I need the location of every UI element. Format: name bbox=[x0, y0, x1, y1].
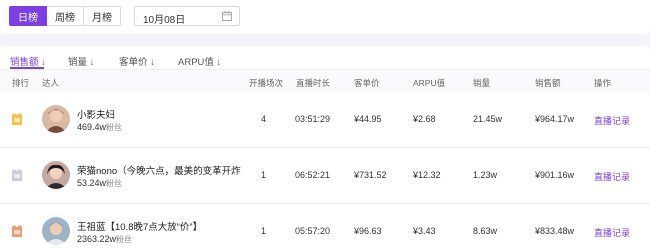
sales-value: 1.23w bbox=[473, 170, 498, 180]
sort-bar: 销售额 ↓ 销量 ↓ 客单价 ↓ ARPU值 ↓ bbox=[0, 46, 650, 70]
live-record-link[interactable]: 直播记录 bbox=[594, 114, 630, 127]
col-revenue: 销售额 bbox=[535, 78, 561, 88]
date-picker[interactable]: 10月08日 bbox=[134, 6, 240, 26]
table-row: 荣猫nono（今晚六点，最美的变革开炸 53.24w粉丝 1 06:52:21 … bbox=[0, 148, 650, 204]
duration-value: 06:52:21 bbox=[295, 170, 331, 180]
talent-name[interactable]: 荣猫nono（今晚六点，最美的变革开炸 bbox=[77, 163, 241, 177]
tab-month[interactable]: 月榜 bbox=[84, 6, 121, 26]
price-value: ¥731.52 bbox=[354, 170, 387, 180]
live-record-link[interactable]: 直播记录 bbox=[594, 170, 630, 183]
price-value: ¥96.63 bbox=[354, 226, 382, 236]
tab-day[interactable]: 日榜 bbox=[9, 6, 47, 26]
col-talent: 达人 bbox=[42, 78, 60, 88]
talent-name[interactable]: 王祖蓝【10.8晚7点大放“价”】 bbox=[77, 219, 202, 233]
sort-arpu[interactable]: ARPU值 ↓ bbox=[178, 54, 221, 68]
calendar-icon bbox=[222, 11, 232, 21]
col-action: 操作 bbox=[594, 78, 612, 88]
revenue-value: ¥901.16w bbox=[535, 170, 575, 180]
avatar[interactable] bbox=[42, 217, 70, 245]
filter-bar: 日榜 周榜 月榜 10月08日 bbox=[0, 0, 650, 34]
talent-name[interactable]: 小影夫妇 bbox=[77, 107, 115, 121]
bronze-medal-icon bbox=[12, 225, 22, 237]
duration-value: 05:57:20 bbox=[295, 226, 331, 236]
col-rank: 排行 bbox=[12, 78, 30, 88]
duration-value: 03:51:29 bbox=[295, 114, 331, 124]
sessions-value: 4 bbox=[261, 114, 267, 124]
table-row: 小影夫妇 469.4w粉丝 4 03:51:29 ¥44.95 ¥2.68 21… bbox=[0, 92, 650, 148]
fans-count: 469.4w粉丝 bbox=[77, 122, 123, 132]
revenue-value: ¥964.17w bbox=[535, 114, 575, 124]
sales-value: 21.45w bbox=[473, 114, 503, 124]
sessions-value: 1 bbox=[261, 170, 267, 180]
price-value: ¥44.95 bbox=[354, 114, 382, 124]
sales-value: 8.63w bbox=[473, 226, 498, 236]
col-duration: 直播时长 bbox=[296, 78, 331, 88]
col-sales: 销量 bbox=[473, 78, 491, 88]
sort-sales[interactable]: 销量 ↓ bbox=[68, 54, 94, 68]
table-row: 王祖蓝【10.8晚7点大放“价”】 2363.22w粉丝 1 05:57:20 … bbox=[0, 204, 650, 248]
silver-medal-icon bbox=[12, 169, 22, 181]
date-value: 10月08日 bbox=[143, 15, 186, 26]
table-header: 排行 达人 开播场次 直播时长 客单价 ARPU值 销量 销售额 操作 bbox=[0, 70, 650, 92]
live-record-link[interactable]: 直播记录 bbox=[594, 226, 630, 239]
arpu-value: ¥12.32 bbox=[413, 170, 441, 180]
arpu-value: ¥2.68 bbox=[413, 114, 436, 124]
fans-count: 53.24w粉丝 bbox=[77, 178, 123, 188]
ranking-card: 销售额 ↓ 销量 ↓ 客单价 ↓ ARPU值 ↓ 排行 达人 开播场次 直播时长… bbox=[0, 46, 650, 248]
sort-revenue[interactable]: 销售额 ↓ bbox=[10, 54, 46, 68]
avatar[interactable] bbox=[42, 161, 70, 189]
gold-medal-icon bbox=[12, 113, 22, 125]
avatar[interactable] bbox=[42, 105, 70, 133]
sort-price[interactable]: 客单价 ↓ bbox=[119, 54, 155, 68]
sessions-value: 1 bbox=[261, 226, 267, 236]
arpu-value: ¥3.43 bbox=[413, 226, 436, 236]
tab-week[interactable]: 周榜 bbox=[47, 6, 84, 26]
col-arpu: ARPU值 bbox=[413, 78, 446, 88]
col-sessions: 开播场次 bbox=[249, 78, 284, 88]
fans-count: 2363.22w粉丝 bbox=[77, 234, 133, 244]
col-price: 客单价 bbox=[354, 78, 380, 88]
revenue-value: ¥833.48w bbox=[535, 226, 575, 236]
